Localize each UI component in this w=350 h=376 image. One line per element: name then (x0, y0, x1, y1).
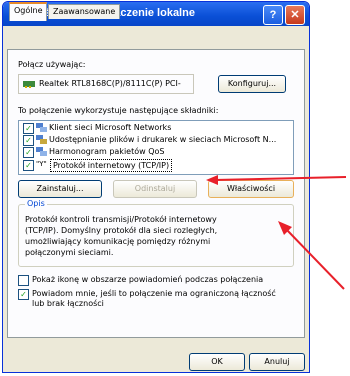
connect-using-label: Połącz używając: (18, 60, 86, 69)
component-checkbox[interactable]: ✓ (23, 147, 34, 158)
configure-button[interactable]: Konfiguruj... (218, 75, 286, 93)
help-button[interactable]: ? (263, 5, 283, 25)
notify-label: Powiadom mnie, jeśli to połączenie ma og… (32, 289, 276, 308)
red-arrow-pointer-icon (278, 221, 345, 290)
cancel-button[interactable]: Anuluj (249, 353, 305, 371)
component-checkbox[interactable]: ✓ (23, 160, 34, 171)
component-label: Udostępnianie plików i drukarek w siecia… (49, 135, 277, 144)
network-client-icon (36, 123, 47, 132)
description-text: Protokół kontroli transmisji/Protokół in… (25, 215, 218, 257)
adapter-field: Realtek RTL8168C(P)/8111C(P) PCI- (18, 74, 194, 94)
tab-advanced[interactable]: Zaawansowane (48, 4, 121, 19)
component-checkbox[interactable]: ✓ (23, 123, 34, 134)
component-checkbox[interactable]: ✓ (23, 135, 34, 146)
ok-button[interactable]: OK (189, 353, 245, 371)
list-item[interactable]: ✓ Klient sieci Microsoft Networks (19, 122, 293, 134)
notify-option[interactable]: ✓ Powiadom mnie, jeśli to połączenie ma … (18, 288, 298, 312)
red-arrow-pointer-icon (206, 175, 347, 185)
show-icon-label: Pokaż ikonę w obszarze powiadomień podcz… (32, 275, 264, 284)
list-item[interactable]: ✓ Udostępnianie plików i drukarek w siec… (19, 134, 293, 146)
show-icon-checkbox[interactable] (18, 275, 29, 286)
component-label: Protokół internetowy (TCP/IP) (50, 159, 173, 172)
component-label: Harmonogram pakietów QoS (49, 147, 165, 156)
close-button[interactable]: ✕ (285, 5, 305, 25)
adapter-name: Realtek RTL8168C(P)/8111C(P) PCI- (39, 79, 181, 88)
show-icon-option[interactable]: Pokaż ikonę w obszarze powiadomień podcz… (18, 274, 298, 286)
description-title: Opis (25, 199, 47, 208)
network-adapter-icon (23, 81, 35, 88)
protocol-prefix: "Y" (36, 160, 47, 168)
file-sharing-icon (36, 135, 47, 144)
uninstall-button[interactable]: Odinstaluj (113, 180, 197, 198)
qos-scheduler-icon (36, 147, 47, 156)
install-button[interactable]: Zainstaluj... (18, 180, 102, 198)
component-label: Klient sieci Microsoft Networks (49, 123, 172, 132)
tab-general[interactable]: Ogólne (9, 2, 48, 21)
components-label: To połączenie wykorzystuje następujące s… (18, 106, 219, 115)
description-group: Opis Protokół kontroli transmisji/Protok… (18, 199, 294, 267)
notify-checkbox[interactable]: ✓ (18, 289, 29, 300)
list-item[interactable]: ✓ Harmonogram pakietów QoS (19, 146, 293, 158)
